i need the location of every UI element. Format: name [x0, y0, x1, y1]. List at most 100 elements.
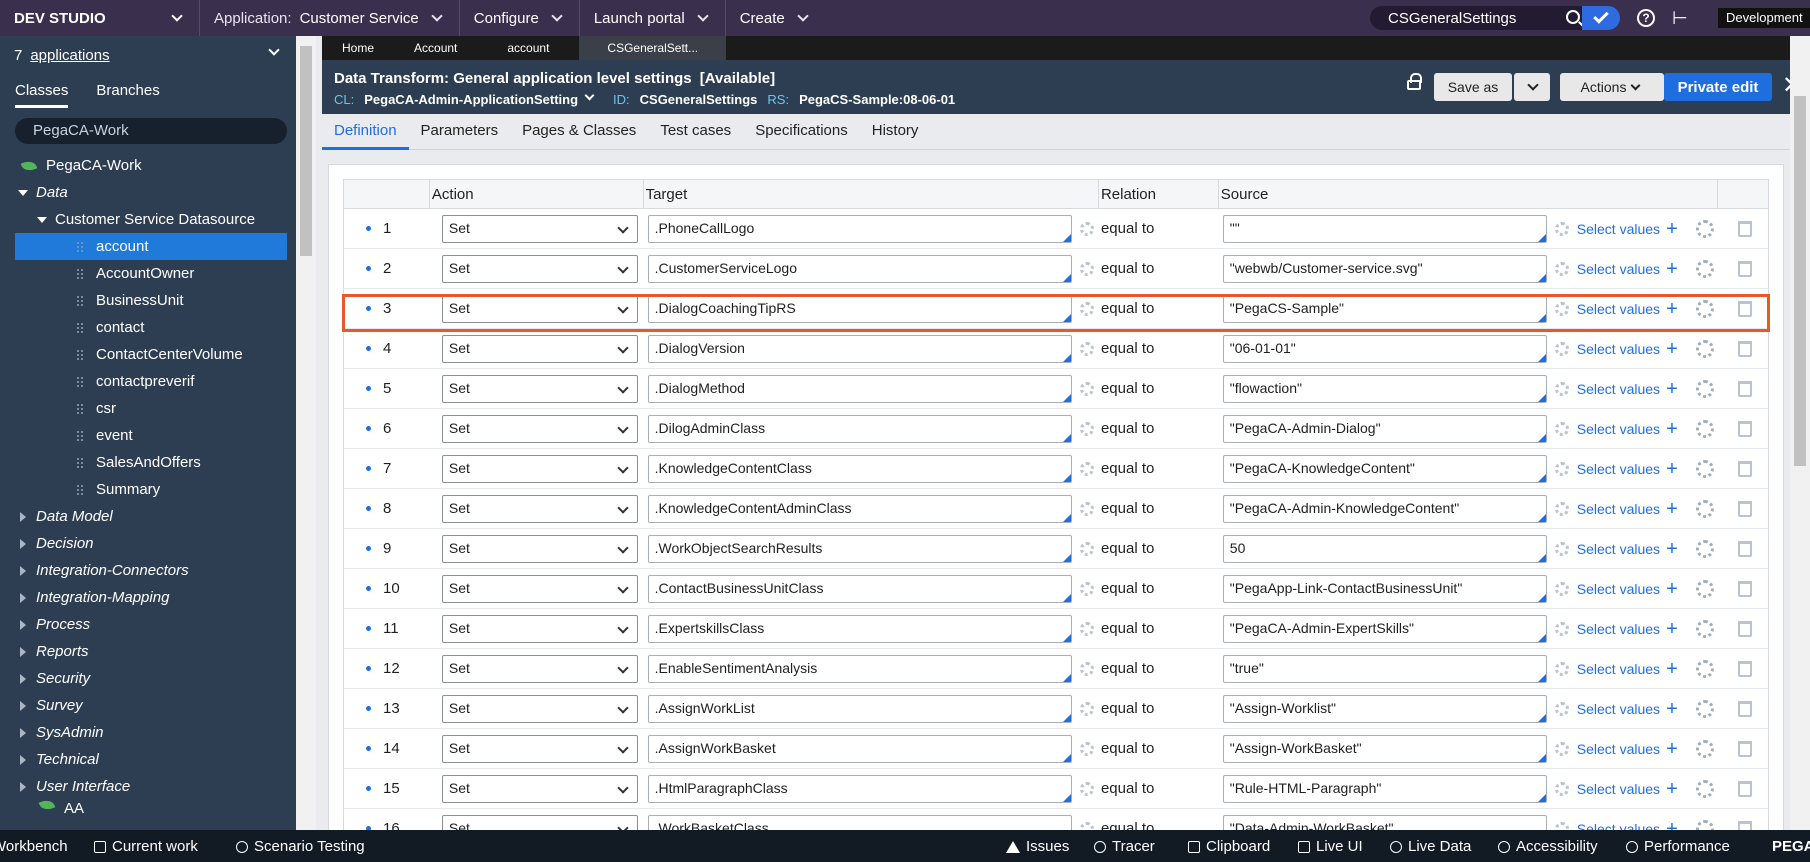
tree-leaf[interactable]: AccountOwner — [0, 260, 296, 287]
tree-root[interactable]: PegaCA-Work — [0, 152, 296, 179]
source-input[interactable]: "PegaCA-KnowledgeContent" — [1222, 454, 1547, 483]
tree-leaf-account[interactable]: account — [15, 233, 287, 260]
live-ui-button[interactable]: Live UI — [1298, 838, 1363, 855]
chevron-down-icon[interactable] — [584, 90, 595, 101]
target-input[interactable]: .DialogMethod — [647, 374, 1072, 403]
chevron-down-icon[interactable] — [268, 44, 280, 56]
select-values-link[interactable]: Select values + — [1577, 499, 1678, 519]
studio-switcher[interactable]: DEV STUDIO — [0, 0, 200, 36]
search-confirm-button[interactable] — [1582, 6, 1620, 30]
target-input[interactable]: .AssignWorkList — [647, 694, 1072, 723]
source-gear-icon[interactable] — [1554, 661, 1569, 676]
expand-right-icon[interactable] — [20, 565, 26, 576]
tree-node-datasource[interactable]: Customer Service Datasource — [0, 206, 296, 233]
source-input[interactable]: "PegaCA-Admin-KnowledgeContent" — [1222, 494, 1547, 523]
target-input[interactable]: .DialogVersion — [647, 334, 1072, 363]
trash-icon[interactable] — [1737, 420, 1752, 437]
search-icon[interactable] — [1566, 10, 1580, 24]
row-settings-gear-icon[interactable] — [1695, 419, 1714, 438]
source-gear-icon[interactable] — [1554, 261, 1569, 276]
tree-leaf[interactable]: event — [0, 422, 296, 449]
trash-icon[interactable] — [1737, 540, 1752, 557]
target-gear-icon[interactable] — [1079, 501, 1094, 516]
configure-menu[interactable]: Configure — [460, 0, 580, 36]
save-as-button[interactable]: Save as — [1434, 73, 1512, 101]
private-edit-button[interactable]: Private edit — [1664, 73, 1772, 101]
action-select[interactable]: Set — [441, 574, 638, 603]
trash-icon[interactable] — [1737, 500, 1752, 517]
launch-portal-menu[interactable]: Launch portal — [580, 0, 726, 36]
workbench-button[interactable]: Workbench — [0, 838, 68, 855]
source-gear-icon[interactable] — [1554, 341, 1569, 356]
trash-icon[interactable] — [1737, 380, 1752, 397]
source-gear-icon[interactable] — [1554, 741, 1569, 756]
row-settings-gear-icon[interactable] — [1695, 579, 1714, 598]
tree-partial-item[interactable]: AA — [0, 800, 296, 814]
source-gear-icon[interactable] — [1554, 581, 1569, 596]
target-gear-icon[interactable] — [1079, 701, 1094, 716]
row-settings-gear-icon[interactable] — [1695, 379, 1714, 398]
expand-right-icon[interactable] — [20, 727, 26, 738]
source-input[interactable]: "PegaApp-Link-ContactBusinessUnit" — [1222, 574, 1547, 603]
source-input[interactable]: "Assign-WorkBasket" — [1222, 734, 1547, 763]
trash-icon[interactable] — [1737, 820, 1752, 830]
action-select[interactable]: Set — [441, 614, 638, 643]
select-values-link[interactable]: Select values + — [1577, 219, 1678, 239]
tree-leaf[interactable]: Summary — [0, 476, 296, 503]
source-input[interactable]: "Data-Admin-WorkBasket" — [1222, 814, 1547, 830]
target-gear-icon[interactable] — [1079, 261, 1094, 276]
row-settings-gear-icon[interactable] — [1695, 779, 1714, 798]
issues-button[interactable]: Issues — [1006, 838, 1069, 855]
tab-pages-classes[interactable]: Pages & Classes — [510, 114, 648, 150]
tree-category[interactable]: Data Model — [0, 503, 296, 530]
tree-category[interactable]: Security — [0, 665, 296, 692]
row-settings-gear-icon[interactable] — [1695, 219, 1714, 238]
target-gear-icon[interactable] — [1079, 781, 1094, 796]
target-input[interactable]: .HtmlParagraphClass — [647, 774, 1072, 803]
application-menu[interactable]: Application: Customer Service — [200, 0, 460, 36]
source-input[interactable]: "Rule-HTML-Paragraph" — [1222, 774, 1547, 803]
trash-icon[interactable] — [1737, 260, 1752, 277]
expand-right-icon[interactable] — [20, 619, 26, 630]
class-search-input[interactable]: PegaCA-Work — [15, 118, 287, 144]
tree-category[interactable]: Integration-Connectors — [0, 557, 296, 584]
action-select[interactable]: Set — [441, 734, 638, 763]
tree-leaf[interactable]: ContactCenterVolume — [0, 341, 296, 368]
cl-value[interactable]: PegaCA-Admin-ApplicationSetting — [364, 92, 578, 107]
row-settings-gear-icon[interactable] — [1695, 699, 1714, 718]
live-data-button[interactable]: Live Data — [1390, 838, 1471, 855]
source-input[interactable]: "PegaCA-Admin-ExpertSkills" — [1222, 614, 1547, 643]
source-input[interactable]: "flowaction" — [1222, 374, 1547, 403]
trash-icon[interactable] — [1737, 340, 1752, 357]
expand-right-icon[interactable] — [20, 700, 26, 711]
target-input[interactable]: .EnableSentimentAnalysis — [647, 654, 1072, 683]
target-gear-icon[interactable] — [1079, 301, 1094, 316]
row-settings-gear-icon[interactable] — [1695, 659, 1714, 678]
expand-right-icon[interactable] — [20, 754, 26, 765]
action-select[interactable]: Set — [441, 774, 638, 803]
target-input[interactable]: .ExpertskillsClass — [647, 614, 1072, 643]
doc-tab-account[interactable]: Account — [394, 36, 477, 60]
tree-category[interactable]: User Interface — [0, 773, 296, 800]
action-select[interactable]: Set — [441, 214, 638, 243]
target-input[interactable]: .ContactBusinessUnitClass — [647, 574, 1072, 603]
row-settings-gear-icon[interactable] — [1695, 459, 1714, 478]
tree-category[interactable]: Technical — [0, 746, 296, 773]
select-values-link[interactable]: Select values + — [1577, 419, 1678, 439]
target-gear-icon[interactable] — [1079, 621, 1094, 636]
expand-right-icon[interactable] — [20, 511, 26, 522]
expand-down-icon[interactable] — [18, 189, 28, 196]
tab-branches[interactable]: Branches — [96, 82, 159, 108]
select-values-link[interactable]: Select values + — [1577, 779, 1678, 799]
trash-icon[interactable] — [1737, 780, 1752, 797]
source-gear-icon[interactable] — [1554, 461, 1569, 476]
scenario-testing-button[interactable]: Scenario Testing — [236, 838, 365, 855]
clipboard-button[interactable]: Clipboard — [1188, 838, 1270, 855]
expand-right-icon[interactable] — [20, 646, 26, 657]
target-gear-icon[interactable] — [1079, 741, 1094, 756]
select-values-link[interactable]: Select values + — [1577, 339, 1678, 359]
action-select[interactable]: Set — [441, 654, 638, 683]
doc-tab-account-lower[interactable]: account — [477, 36, 579, 60]
select-values-link[interactable]: Select values + — [1577, 739, 1678, 759]
source-input[interactable]: "webwb/Customer-service.svg" — [1222, 254, 1547, 283]
